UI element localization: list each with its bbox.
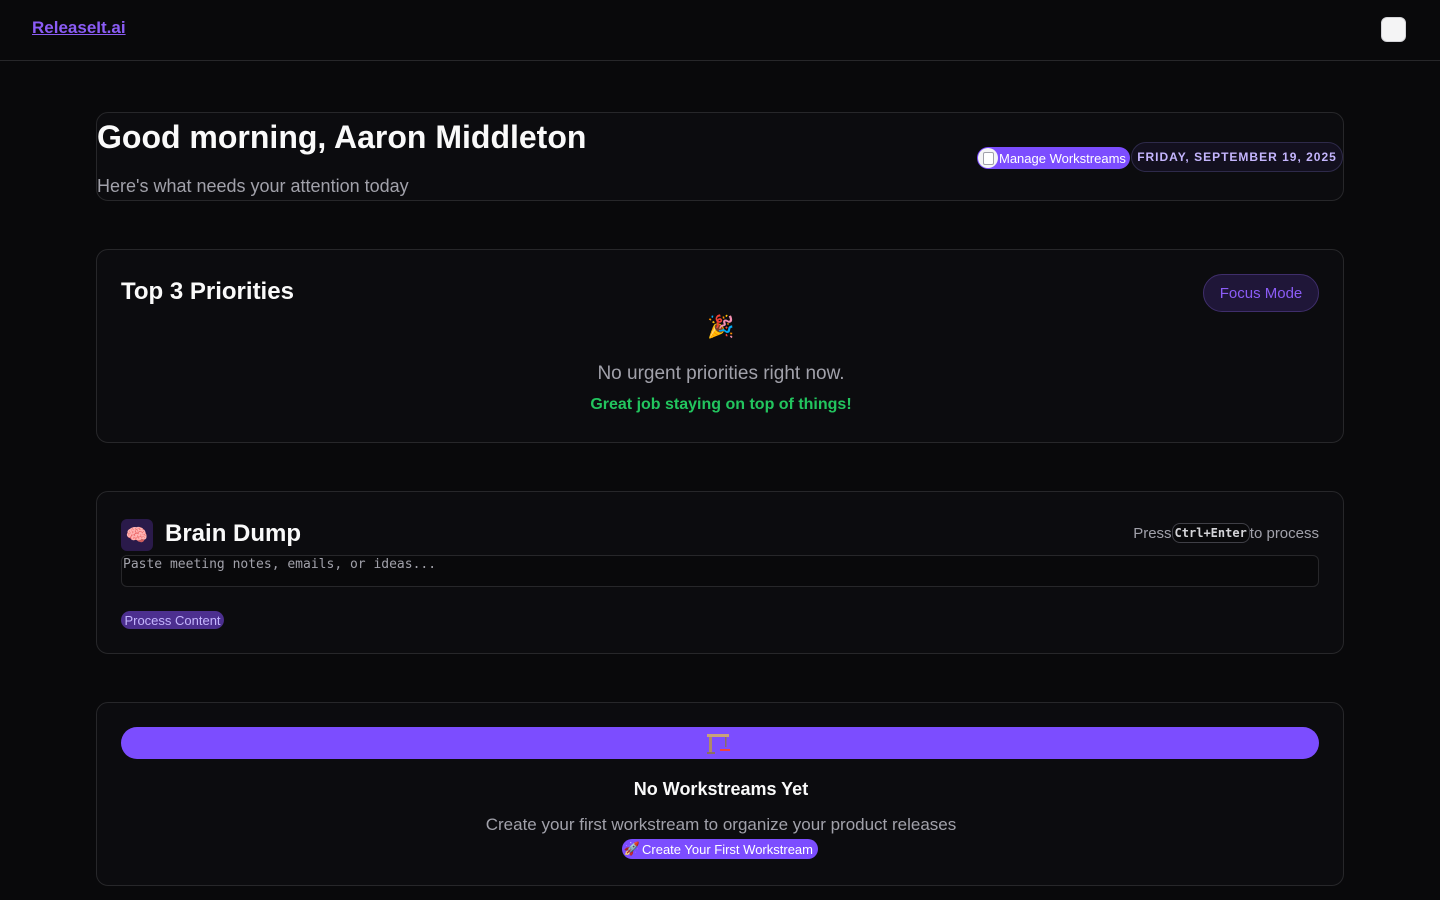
brain-dump-input[interactable] bbox=[121, 555, 1319, 587]
rocket-icon: 🚀 bbox=[623, 841, 641, 856]
date-badge: FRIDAY, SEPTEMBER 19, 2025 bbox=[1131, 142, 1343, 172]
shortcut-key: Ctrl+Enter bbox=[1171, 523, 1250, 543]
top-navigation-bar: ReleaseIt.ai bbox=[0, 0, 1440, 61]
workstreams-card: No Workstreams Yet Create your first wor… bbox=[96, 702, 1344, 886]
clipboard-icon bbox=[978, 148, 998, 168]
keyboard-shortcut-hint: Press Ctrl+Enter to process bbox=[1133, 523, 1319, 543]
focus-mode-button[interactable]: Focus Mode bbox=[1203, 274, 1319, 312]
create-workstream-label: Create Your First Workstream bbox=[642, 841, 813, 857]
theme-toggle-button[interactable] bbox=[1381, 17, 1406, 42]
priorities-empty-message: No urgent priorities right now. bbox=[597, 363, 845, 384]
brain-dump-card: 🧠 Brain Dump Press Ctrl+Enter to process… bbox=[96, 491, 1344, 654]
crane-icon bbox=[707, 734, 730, 754]
manage-workstreams-button[interactable]: Manage Workstreams bbox=[977, 147, 1130, 169]
hint-suffix: to process bbox=[1249, 524, 1319, 542]
manage-workstreams-label: Manage Workstreams bbox=[999, 150, 1126, 166]
greeting-header: Good morning, Aaron Middleton Here's wha… bbox=[96, 112, 1344, 201]
workstreams-empty-text: Create your first workstream to organize… bbox=[485, 815, 957, 834]
greeting-subtitle: Here's what needs your attention today bbox=[97, 176, 409, 196]
workstreams-empty-banner bbox=[121, 727, 1319, 759]
priorities-title: Top 3 Priorities bbox=[121, 278, 294, 305]
process-content-button[interactable]: Process Content bbox=[121, 611, 224, 629]
greeting-title: Good morning, Aaron Middleton bbox=[97, 119, 587, 155]
brain-dump-title: Brain Dump bbox=[165, 520, 302, 547]
priorities-empty-subtext: Great job staying on top of things! bbox=[590, 396, 852, 413]
brand-logo-link[interactable]: ReleaseIt.ai bbox=[32, 18, 126, 38]
hint-prefix: Press bbox=[1133, 524, 1172, 542]
create-workstream-button[interactable]: 🚀 Create Your First Workstream bbox=[622, 839, 818, 859]
brain-icon: 🧠 bbox=[121, 519, 153, 551]
priorities-card: Top 3 Priorities Focus Mode 🎉 No urgent … bbox=[96, 249, 1344, 443]
party-popper-icon: 🎉 bbox=[707, 314, 735, 339]
workstreams-empty-title: No Workstreams Yet bbox=[633, 779, 809, 799]
